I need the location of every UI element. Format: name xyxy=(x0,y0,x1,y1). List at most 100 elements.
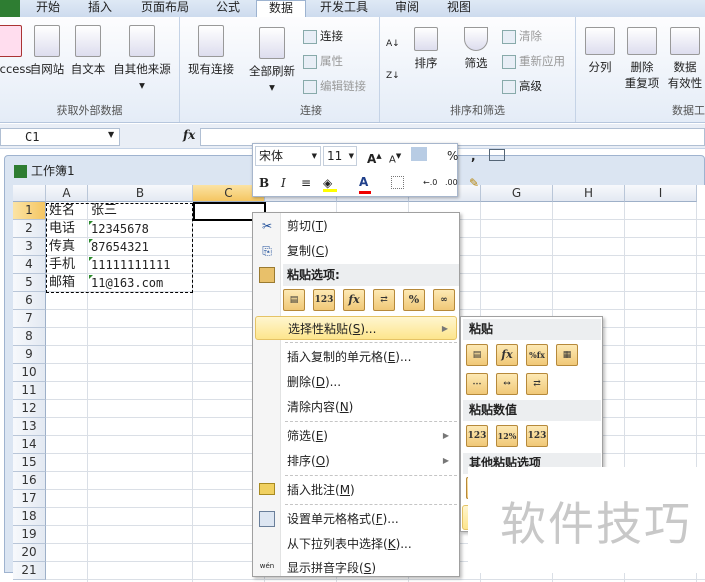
menu-item-pick-from-list[interactable]: 从下拉列表中选择(K)... xyxy=(255,532,457,556)
tab-insert[interactable]: 插入 xyxy=(80,0,120,17)
select-all-corner[interactable] xyxy=(13,185,46,202)
keep-column-widths-button[interactable]: ↔ xyxy=(496,373,518,395)
row-header-20[interactable]: 20 xyxy=(13,544,46,562)
row-header-8[interactable]: 8 xyxy=(13,328,46,346)
sort-ascending-button[interactable]: A↓ xyxy=(386,35,400,53)
column-header-H[interactable]: H xyxy=(553,185,625,202)
menu-item-clear-contents[interactable]: 清除内容(N) xyxy=(255,395,457,419)
row-header-14[interactable]: 14 xyxy=(13,436,46,454)
paste-option-transpose[interactable]: ⇄ xyxy=(373,289,395,311)
row-header-11[interactable]: 11 xyxy=(13,382,46,400)
menu-item-paste-special[interactable]: 选择性粘贴(S)... ▶ xyxy=(255,316,457,340)
menu-item-insert-copied-cells[interactable]: 插入复制的单元格(E)... xyxy=(255,345,457,369)
keep-source-formatting-button[interactable]: ▦ xyxy=(556,344,578,366)
text-to-columns-button[interactable]: 分列 xyxy=(582,27,618,75)
row-header-1[interactable]: 1 xyxy=(13,202,46,220)
values-button[interactable]: 123 xyxy=(466,425,488,447)
values-number-format-button[interactable]: 12% xyxy=(496,425,518,447)
access-button[interactable]: Access xyxy=(0,25,31,77)
tab-data[interactable]: 数据 xyxy=(256,0,306,18)
row-header-4[interactable]: 4 xyxy=(13,256,46,274)
tab-review[interactable]: 审阅 xyxy=(386,0,428,17)
borders-icon[interactable] xyxy=(391,176,404,189)
transpose-button[interactable]: ⇄ xyxy=(526,373,548,395)
row-header-15[interactable]: 15 xyxy=(13,454,46,472)
values-source-formatting-button[interactable]: 123 xyxy=(526,425,548,447)
row-header-9[interactable]: 9 xyxy=(13,346,46,364)
center-align-icon[interactable]: ≡ xyxy=(301,174,311,192)
row-header-6[interactable]: 6 xyxy=(13,292,46,310)
row-header-21[interactable]: 21 xyxy=(13,562,46,580)
row-header-5[interactable]: 5 xyxy=(13,274,46,292)
italic-button[interactable]: I xyxy=(281,174,286,192)
menu-item-filter[interactable]: 筛选(E) ▶ xyxy=(255,424,457,448)
percent-button[interactable]: % xyxy=(447,147,458,165)
menu-item-cut[interactable]: ✂ 剪切(T) xyxy=(255,214,457,238)
row-header-7[interactable]: 7 xyxy=(13,310,46,328)
increase-decimal-icon[interactable]: ←.0 xyxy=(423,174,437,192)
menu-item-format-cells[interactable]: 设置单元格格式(F)... xyxy=(255,507,457,531)
grow-font-icon[interactable]: A▲ xyxy=(367,147,382,168)
existing-connections-button[interactable]: 现有连接 xyxy=(184,25,238,77)
format-painter-icon[interactable]: ✎ xyxy=(469,174,479,192)
tab-page-layout[interactable]: 页面布局 xyxy=(132,0,198,17)
row-header-10[interactable]: 10 xyxy=(13,364,46,382)
menu-item-phonetic[interactable]: wén 显示拼音字段(S) xyxy=(255,556,457,580)
column-header-G[interactable]: G xyxy=(481,185,553,202)
reapply-button[interactable]: 重新应用 xyxy=(502,52,565,70)
number-format-icon[interactable] xyxy=(411,147,427,161)
paste-option-formatting[interactable]: % xyxy=(403,289,425,311)
edit-links-button[interactable]: 编辑链接 xyxy=(303,77,366,95)
tab-developer[interactable]: 开发工具 xyxy=(312,0,376,17)
merge-center-icon[interactable] xyxy=(489,149,505,161)
row-header-3[interactable]: 3 xyxy=(13,238,46,256)
menu-item-copy[interactable]: ⎘ 复制(C) xyxy=(255,239,457,263)
menu-item-sort[interactable]: 排序(O) ▶ xyxy=(255,449,457,473)
paste-option-values[interactable]: 123 xyxy=(313,289,335,311)
sort-button[interactable]: 排序 xyxy=(408,27,444,71)
tab-file[interactable] xyxy=(0,0,20,17)
from-web-button[interactable]: 自网站 xyxy=(28,25,66,77)
font-name-box[interactable]: 宋体 ▼ xyxy=(255,146,321,166)
advanced-button[interactable]: 高级 xyxy=(502,77,542,95)
paste-formulas-number-format-button[interactable]: %fx xyxy=(526,344,548,366)
menu-item-delete[interactable]: 删除(D)... xyxy=(255,370,457,394)
paste-option-link[interactable]: ∞ xyxy=(433,289,455,311)
row-header-19[interactable]: 19 xyxy=(13,526,46,544)
connections-button[interactable]: 连接 xyxy=(303,27,343,45)
filter-button[interactable]: 筛选 xyxy=(458,27,494,71)
row-header-13[interactable]: 13 xyxy=(13,418,46,436)
sort-descending-button[interactable]: Z↓ xyxy=(386,67,400,85)
row-header-12[interactable]: 12 xyxy=(13,400,46,418)
fx-icon[interactable]: fx xyxy=(183,128,195,142)
bold-button[interactable]: B xyxy=(259,174,269,192)
column-header-I[interactable]: I xyxy=(625,185,697,202)
paste-formulas-button[interactable]: fx xyxy=(496,344,518,366)
name-box-dropdown-icon[interactable]: ▼ xyxy=(108,130,114,139)
tab-view[interactable]: 视图 xyxy=(438,0,480,17)
column-header-A[interactable]: A xyxy=(46,185,88,202)
decrease-decimal-icon[interactable]: .00 xyxy=(445,174,458,192)
menu-item-insert-comment[interactable]: 插入批注(M) xyxy=(255,478,457,502)
refresh-all-button[interactable]: 全部刷新 ▾ xyxy=(245,27,299,95)
remove-duplicates-button[interactable]: 删除 重复项 xyxy=(622,27,662,91)
no-borders-button[interactable]: ⋯ xyxy=(466,373,488,395)
paste-all-button[interactable]: ▤ xyxy=(466,344,488,366)
data-validation-button[interactable]: 数据 有效性 xyxy=(664,27,705,91)
name-box[interactable]: C1 xyxy=(0,128,120,146)
fill-color-icon[interactable]: ◈ xyxy=(323,174,337,192)
tab-home[interactable]: 开始 xyxy=(28,0,68,17)
tab-formulas[interactable]: 公式 xyxy=(207,0,249,17)
shrink-font-icon[interactable]: A▼ xyxy=(389,147,401,169)
row-header-18[interactable]: 18 xyxy=(13,508,46,526)
font-color-icon[interactable]: A xyxy=(359,173,371,194)
from-other-sources-button[interactable]: 自其他来源 ▾ xyxy=(110,25,174,93)
row-header-2[interactable]: 2 xyxy=(13,220,46,238)
comma-button[interactable]: , xyxy=(471,147,476,165)
paste-option-formulas[interactable]: fx xyxy=(343,289,365,311)
properties-button[interactable]: 属性 xyxy=(303,52,343,70)
font-size-box[interactable]: 11 ▼ xyxy=(323,146,357,166)
paste-option-paste[interactable]: ▤ xyxy=(283,289,305,311)
row-header-16[interactable]: 16 xyxy=(13,472,46,490)
column-header-B[interactable]: B xyxy=(88,185,193,202)
